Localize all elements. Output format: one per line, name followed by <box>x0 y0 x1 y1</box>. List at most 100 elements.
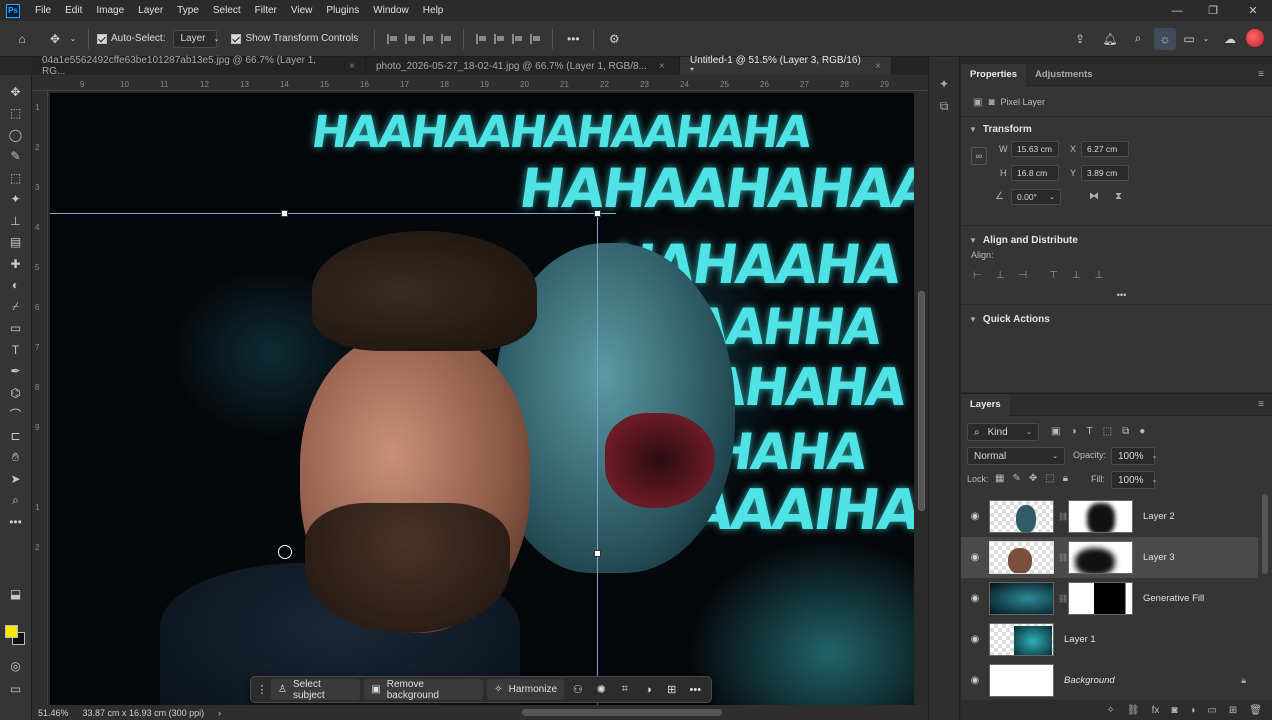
link-icon[interactable]: ⛓ <box>1058 594 1068 603</box>
properties-icon[interactable]: ⊞ <box>662 679 682 700</box>
transform-pivot-icon[interactable] <box>278 545 292 559</box>
lock-artboard-icon[interactable]: ⬚ <box>1045 473 1054 484</box>
visibility-eye-icon[interactable]: ◉ <box>961 593 989 604</box>
align-right-icon[interactable]: ⊣ <box>1018 270 1027 281</box>
transform-icon[interactable]: ⌗ <box>615 679 635 700</box>
layer-mask-thumbnail[interactable] <box>1068 541 1133 574</box>
menu-select[interactable]: Select <box>206 5 248 16</box>
filter-shape-icon[interactable]: ⬚ <box>1103 426 1112 437</box>
distribute-vertical-icon[interactable] <box>441 33 452 44</box>
discover-lightbulb-icon[interactable]: ☼ <box>1154 27 1176 50</box>
filter-type-icon[interactable]: T <box>1087 426 1093 437</box>
more-tools-icon[interactable]: ••• <box>5 511 27 533</box>
healing-brush-icon[interactable]: ✚ <box>5 253 27 275</box>
move-tool-icon[interactable]: ✥ <box>44 28 66 50</box>
menu-view[interactable]: View <box>284 5 320 16</box>
align-top-icon[interactable] <box>476 33 487 44</box>
align-right-icon[interactable] <box>423 33 434 44</box>
tool-preset-chevron-icon[interactable]: ⌄ <box>66 28 80 50</box>
link-icon[interactable]: ∞ <box>971 147 987 165</box>
auto-select-dropdown[interactable]: Layer ⌄ <box>173 29 219 48</box>
transform-handle[interactable] <box>594 210 601 217</box>
artboard-tool-icon[interactable]: ⬚ <box>5 103 27 125</box>
cloud-icon[interactable]: ☁ <box>1220 28 1240 50</box>
menu-file[interactable]: File <box>28 5 58 16</box>
align-middle-icon[interactable]: ⊥ <box>1072 270 1081 281</box>
x-field[interactable]: 6.27 cm <box>1081 141 1129 157</box>
align-bottom-icon[interactable] <box>512 33 523 44</box>
menu-plugins[interactable]: Plugins <box>319 5 366 16</box>
lock-transparency-icon[interactable]: ▦ <box>995 473 1004 484</box>
visibility-eye-icon[interactable]: ◉ <box>961 675 989 686</box>
tab-document-3[interactable]: Untitled-1 @ 51.5% (Layer 3, RGB/16) * × <box>680 55 892 77</box>
visibility-eye-icon[interactable]: ◉ <box>961 511 989 522</box>
foreground-color-swatch[interactable] <box>5 625 18 638</box>
learn-icon[interactable]: ✦ <box>939 77 949 91</box>
tab-properties[interactable]: Properties <box>961 63 1026 86</box>
select-subject-button[interactable]: ♙ Select subject <box>271 679 361 701</box>
paint-bucket-icon[interactable]: ◐ <box>5 275 27 297</box>
fx-icon[interactable]: fx <box>1152 705 1160 716</box>
new-group-icon[interactable]: ▭ <box>1207 705 1216 716</box>
menu-image[interactable]: Image <box>89 5 131 16</box>
link-icon[interactable]: ⛓ <box>1058 553 1068 562</box>
show-transform-checkbox[interactable] <box>231 33 242 44</box>
lock-position-icon[interactable]: ✥ <box>1029 473 1037 484</box>
tab-close-icon[interactable]: × <box>349 61 355 72</box>
path-selection-icon[interactable]: ⌬ <box>5 382 27 404</box>
search-icon[interactable]: ⌕ <box>1128 28 1148 50</box>
align-center-icon[interactable]: ⊥ <box>996 270 1005 281</box>
kind-filter-dropdown[interactable]: ⌕ Kind ⌄ <box>967 423 1039 441</box>
align-left-icon[interactable] <box>387 33 398 44</box>
type-tool-icon[interactable]: T <box>5 339 27 361</box>
blend-mode-dropdown[interactable]: Normal ⌄ <box>967 447 1065 465</box>
menu-help[interactable]: Help <box>416 5 451 16</box>
stamp-tool-icon[interactable]: ⊥ <box>5 210 27 232</box>
workspace-icon[interactable]: ▭ <box>1180 28 1198 50</box>
menu-layer[interactable]: Layer <box>131 5 170 16</box>
filter-adjustment-icon[interactable]: ◑ <box>1070 426 1076 437</box>
zoom-tool-icon[interactable]: ⌕ <box>5 490 27 512</box>
vertical-ruler[interactable]: 1 2 3 4 5 6 7 8 9 1 2 <box>32 91 48 705</box>
drag-handle-icon[interactable]: ⋮ <box>257 679 268 700</box>
libraries-icon[interactable]: ⧉ <box>940 99 949 114</box>
auto-select-checkbox[interactable] <box>97 33 107 44</box>
lasso-tool-icon[interactable]: ◯ <box>5 124 27 146</box>
adjustment-layer-icon[interactable]: ◑ <box>1189 705 1195 716</box>
home-icon[interactable]: ⌂ <box>0 28 44 50</box>
pen-tool-icon[interactable]: ✒ <box>5 361 27 383</box>
direct-selection-icon[interactable]: ➤ <box>5 468 27 490</box>
layer-name[interactable]: Background <box>1064 675 1115 686</box>
restore-icon[interactable]: ❐ <box>1196 0 1230 21</box>
menu-window[interactable]: Window <box>366 5 416 16</box>
close-window-icon[interactable]: ✕ <box>1236 0 1270 21</box>
quick-actions-header[interactable]: ▼ Quick Actions <box>961 309 1272 329</box>
panel-menu-icon[interactable]: ≡ <box>1258 399 1264 410</box>
more-options-icon[interactable]: ••• <box>961 284 1272 304</box>
align-center-icon[interactable] <box>405 33 416 44</box>
layer-mask-thumbnail[interactable] <box>1068 500 1133 533</box>
filter-toggle-icon[interactable]: ● <box>1139 426 1145 437</box>
zoom-level[interactable]: 51.46% <box>38 708 69 718</box>
angle-field[interactable]: 0.00° ⌄ <box>1011 189 1061 205</box>
layer-row-layer-3[interactable]: ◉ ⛓ Layer 3 <box>961 537 1258 578</box>
layer-name[interactable]: Generative Fill <box>1143 593 1204 604</box>
document-canvas[interactable]: HAAHAAHAHAAHAHA HAHAAHAHAAHA HAHAAHA HAA… <box>50 93 914 705</box>
distribute-horizontal-icon[interactable] <box>530 33 541 44</box>
minimize-icon[interactable]: — <box>1160 0 1194 21</box>
layer-row-layer-2[interactable]: ◉ ⛓ Layer 2 <box>961 496 1258 537</box>
tab-document-2[interactable]: photo_2026-05-27_18-02-41.jpg @ 66.7% (L… <box>366 57 680 75</box>
move-tool-icon[interactable]: ✥ <box>5 81 27 103</box>
align-bottom-icon[interactable]: ⊥ <box>1095 270 1104 281</box>
layer-row-layer-1[interactable]: ◉ Layer 1 <box>961 619 1258 660</box>
gradient-tool-icon[interactable]: ▤ <box>5 232 27 254</box>
layer-mask-icon[interactable]: ⚇ <box>568 679 588 700</box>
menu-edit[interactable]: Edit <box>58 5 89 16</box>
new-layer-icon[interactable]: ⊞ <box>1229 705 1237 716</box>
share-icon[interactable]: ⇪ <box>1070 28 1090 50</box>
harmonize-button[interactable]: ✧ Harmonize <box>487 679 565 700</box>
quick-selection-icon[interactable]: ✦ <box>5 189 27 211</box>
menu-type[interactable]: Type <box>170 5 206 16</box>
lock-all-icon[interactable]: 🔒︎ <box>1063 473 1068 484</box>
transform-handle[interactable] <box>281 210 288 217</box>
